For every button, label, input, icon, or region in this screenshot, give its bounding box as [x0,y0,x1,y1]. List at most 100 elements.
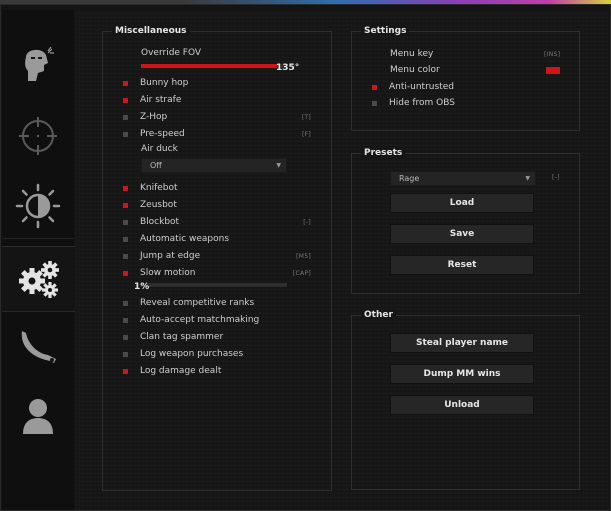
slow-motion-row[interactable]: Slow motion [123,266,195,280]
tab-aimbot[interactable] [2,105,74,167]
crosshair-icon [19,117,57,155]
menu-key-label: Menu key [390,49,434,59]
slow-motion-slider[interactable] [141,283,287,287]
zeusbot-row[interactable]: Zeusbot [123,198,177,212]
knifebot-checkbox[interactable] [123,185,128,191]
z-hop-label: Z-Hop [140,112,168,122]
knifebot-row[interactable]: Knifebot [123,181,178,195]
gears-icon [19,261,59,298]
anti-untrusted-label: Anti-untrusted [389,82,454,92]
log-weapon-purchases-checkbox[interactable] [123,351,128,357]
air-duck-label: Air duck [141,144,178,154]
tab-legit[interactable] [2,32,74,94]
menu-color-swatch[interactable] [546,67,560,74]
pre-speed-key-bind[interactable]: [F] [302,131,311,138]
slow-motion-checkbox[interactable] [123,270,128,276]
tab-misc[interactable] [2,246,76,312]
preset-select[interactable]: Rage ▼ [390,171,536,186]
hide-obs-label: Hide from OBS [389,98,455,108]
reset-button[interactable]: Reset [390,255,534,275]
jump-at-edge-key-bind[interactable]: [M5] [296,253,311,260]
menu-color-label: Menu color [390,65,440,75]
jump-at-edge-checkbox[interactable] [123,253,128,259]
pre-speed-checkbox[interactable] [123,131,128,137]
air-strafe-checkbox[interactable] [123,97,128,103]
fov-slider-fill [141,64,277,68]
tab-players[interactable] [2,385,74,447]
menu-key-row: Menu key [390,47,433,61]
auto-accept-matchmaking-label: Auto-accept matchmaking [140,315,260,325]
steal-player-name-button[interactable]: Steal player name [390,333,534,353]
preset-key-bind[interactable]: [-] [552,174,560,181]
bunny-hop-checkbox[interactable] [123,80,128,86]
fov-value: 135° [276,63,300,73]
jump-at-edge-row[interactable]: Jump at edge [123,249,200,263]
fov-label: Override FOV [141,48,202,58]
knifebot-label: Knifebot [140,183,178,193]
tab-visuals[interactable] [2,175,74,237]
chevron-down-icon: ▼ [525,175,530,182]
hide-obs-row[interactable]: Hide from OBS [372,96,455,110]
unload-button[interactable]: Unload [390,395,534,415]
bunny-hop-label: Bunny hop [140,78,189,88]
log-weapon-purchases-label: Log weapon purchases [140,349,244,359]
zeusbot-checkbox[interactable] [123,202,128,208]
reveal-competitive-ranks-label: Reveal competitive ranks [140,298,255,308]
slow-motion-label: Slow motion [140,268,196,278]
z-hop-row[interactable]: Z-Hop [123,110,167,124]
other-group: Other Steal player name Dump MM wins Unl… [351,309,580,490]
group-title: Settings [361,25,410,37]
load-button[interactable]: Load [390,193,534,213]
group-title: Other [361,309,396,321]
log-damage-dealt-label: Log damage dealt [140,366,222,376]
reveal-competitive-ranks-checkbox[interactable] [123,300,128,306]
air-duck-value: Off [150,161,162,170]
blockbot-row[interactable]: Blockbot [123,215,179,229]
slow-motion-key-bind[interactable]: [CAP] [293,270,311,277]
chevron-down-icon: ▼ [276,162,281,169]
log-damage-dealt-row[interactable]: Log damage dealt [123,364,221,378]
air-duck-select[interactable]: Off ▼ [141,158,287,173]
clan-tag-spammer-row[interactable]: Clan tag spammer [123,330,223,344]
blockbot-label: Blockbot [140,217,180,227]
menu-key-bind[interactable]: [INS] [544,51,560,58]
group-title: Presets [361,147,406,159]
pre-speed-row[interactable]: Pre-speed [123,127,185,141]
blockbot-checkbox[interactable] [123,219,128,225]
settings-group: Settings Menu key [INS] Menu color Anti-… [351,25,580,131]
automatic-weapons-row[interactable]: Automatic weapons [123,232,229,246]
clan-tag-spammer-label: Clan tag spammer [140,332,224,342]
clan-tag-spammer-checkbox[interactable] [123,334,128,340]
jump-at-edge-label: Jump at edge [140,251,201,261]
anti-untrusted-checkbox[interactable] [372,84,377,90]
z-hop-checkbox[interactable] [123,114,128,120]
presets-group: Presets Rage ▼ [-] Load Save Reset [351,147,580,294]
air-strafe-label: Air strafe [140,95,182,105]
preset-value: Rage [399,174,420,183]
group-title: Miscellaneous [112,25,190,37]
masked-head-icon [25,46,54,81]
log-weapon-purchases-row[interactable]: Log weapon purchases [123,347,243,361]
z-hop-key-bind[interactable]: [T] [302,114,311,121]
blockbot-key-bind[interactable]: [-] [303,219,311,226]
user-icon [23,399,53,434]
automatic-weapons-label: Automatic weapons [140,234,230,244]
hide-obs-checkbox[interactable] [372,100,377,106]
tab-skins[interactable] [2,316,74,378]
zeusbot-label: Zeusbot [140,200,177,210]
tab-divider [2,238,74,239]
dump-mm-wins-button[interactable]: Dump MM wins [390,364,534,384]
save-button[interactable]: Save [390,224,534,244]
brightness-icon [15,183,61,229]
auto-accept-matchmaking-row[interactable]: Auto-accept matchmaking [123,313,259,327]
reveal-competitive-ranks-row[interactable]: Reveal competitive ranks [123,296,254,310]
menu-color-row: Menu color [390,63,440,77]
misc-group: Miscellaneous Override FOV 135° Bunny ho… [102,25,332,491]
log-damage-dealt-checkbox[interactable] [123,368,128,374]
automatic-weapons-checkbox[interactable] [123,236,128,242]
air-strafe-row[interactable]: Air strafe [123,93,181,107]
auto-accept-matchmaking-checkbox[interactable] [123,317,128,323]
fov-slider[interactable] [141,64,287,68]
bunny-hop-row[interactable]: Bunny hop [123,76,188,90]
anti-untrusted-row[interactable]: Anti-untrusted [372,80,454,94]
